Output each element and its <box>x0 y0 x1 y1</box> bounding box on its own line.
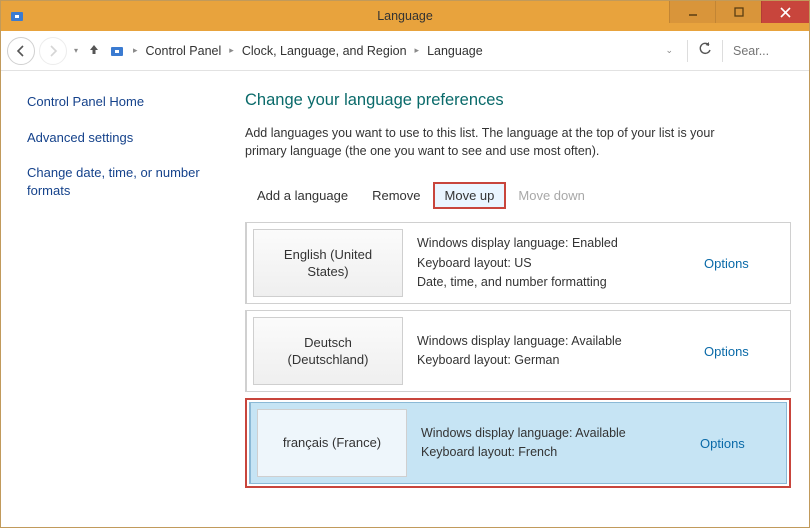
sidebar-item-advanced[interactable]: Advanced settings <box>27 129 213 147</box>
app-icon <box>9 8 25 24</box>
refresh-button[interactable] <box>694 42 716 59</box>
language-tile: English (United States) <box>253 229 403 297</box>
sidebar-item-home[interactable]: Control Panel Home <box>27 93 213 111</box>
selection-highlight: français (France) Windows display langua… <box>245 398 791 488</box>
language-list: English (United States) Windows display … <box>245 222 791 488</box>
keyboard-layout: Keyboard layout: French <box>421 443 692 462</box>
location-icon <box>109 43 125 59</box>
language-row[interactable]: français (France) Windows display langua… <box>249 402 787 484</box>
chevron-right-icon: ▸ <box>131 45 140 56</box>
history-dropdown-icon[interactable]: ▾ <box>71 46 81 55</box>
page-description: Add languages you want to use to this li… <box>245 124 755 160</box>
main-content: Change your language preferences Add lan… <box>223 71 809 528</box>
breadcrumb-item[interactable]: Clock, Language, and Region <box>240 44 409 58</box>
language-row[interactable]: Deutsch (Deutschland) Windows display la… <box>245 310 791 392</box>
window: Language ▾ ▸ Control Panel <box>0 0 810 528</box>
options-link[interactable]: Options <box>704 311 790 391</box>
options-link[interactable]: Options <box>700 403 786 483</box>
chevron-right-icon: ▸ <box>227 45 236 56</box>
language-details: Windows display language: Available Keyb… <box>409 311 704 391</box>
forward-button[interactable] <box>39 37 67 65</box>
move-down-button[interactable]: Move down <box>506 182 596 209</box>
breadcrumb-item[interactable]: Control Panel <box>144 44 224 58</box>
window-controls <box>669 1 809 25</box>
language-row[interactable]: English (United States) Windows display … <box>245 222 791 304</box>
extra-info: Date, time, and number formatting <box>417 273 696 292</box>
language-toolbar: Add a language Remove Move up Move down <box>245 178 791 212</box>
move-up-button[interactable]: Move up <box>433 182 507 209</box>
page-title: Change your language preferences <box>245 91 791 110</box>
titlebar: Language <box>1 1 809 31</box>
display-language: Windows display language: Available <box>417 332 696 351</box>
display-language: Windows display language: Available <box>421 424 692 443</box>
keyboard-layout: Keyboard layout: German <box>417 351 696 370</box>
breadcrumb-item[interactable]: Language <box>425 44 485 58</box>
keyboard-layout: Keyboard layout: US <box>417 254 696 273</box>
search-input[interactable] <box>729 39 803 63</box>
language-tile: Deutsch (Deutschland) <box>253 317 403 385</box>
options-link[interactable]: Options <box>704 223 790 303</box>
language-tile: français (France) <box>257 409 407 477</box>
divider <box>722 40 723 62</box>
close-button[interactable] <box>761 1 809 23</box>
display-language: Windows display language: Enabled <box>417 234 696 253</box>
body: Control Panel Home Advanced settings Cha… <box>1 71 809 528</box>
minimize-button[interactable] <box>669 1 715 23</box>
sidebar-item-datetime[interactable]: Change date, time, or number formats <box>27 164 213 199</box>
sidebar: Control Panel Home Advanced settings Cha… <box>1 71 223 528</box>
add-language-button[interactable]: Add a language <box>245 182 360 209</box>
up-button[interactable] <box>85 42 103 60</box>
chevron-right-icon: ▸ <box>413 45 422 56</box>
language-details: Windows display language: Enabled Keyboa… <box>409 223 704 303</box>
back-button[interactable] <box>7 37 35 65</box>
remove-button[interactable]: Remove <box>360 182 432 209</box>
language-details: Windows display language: Available Keyb… <box>413 403 700 483</box>
divider <box>687 40 688 62</box>
navbar: ▾ ▸ Control Panel ▸ Clock, Language, and… <box>1 31 809 71</box>
address-dropdown-icon[interactable]: ⌄ <box>657 45 681 56</box>
maximize-button[interactable] <box>715 1 761 23</box>
